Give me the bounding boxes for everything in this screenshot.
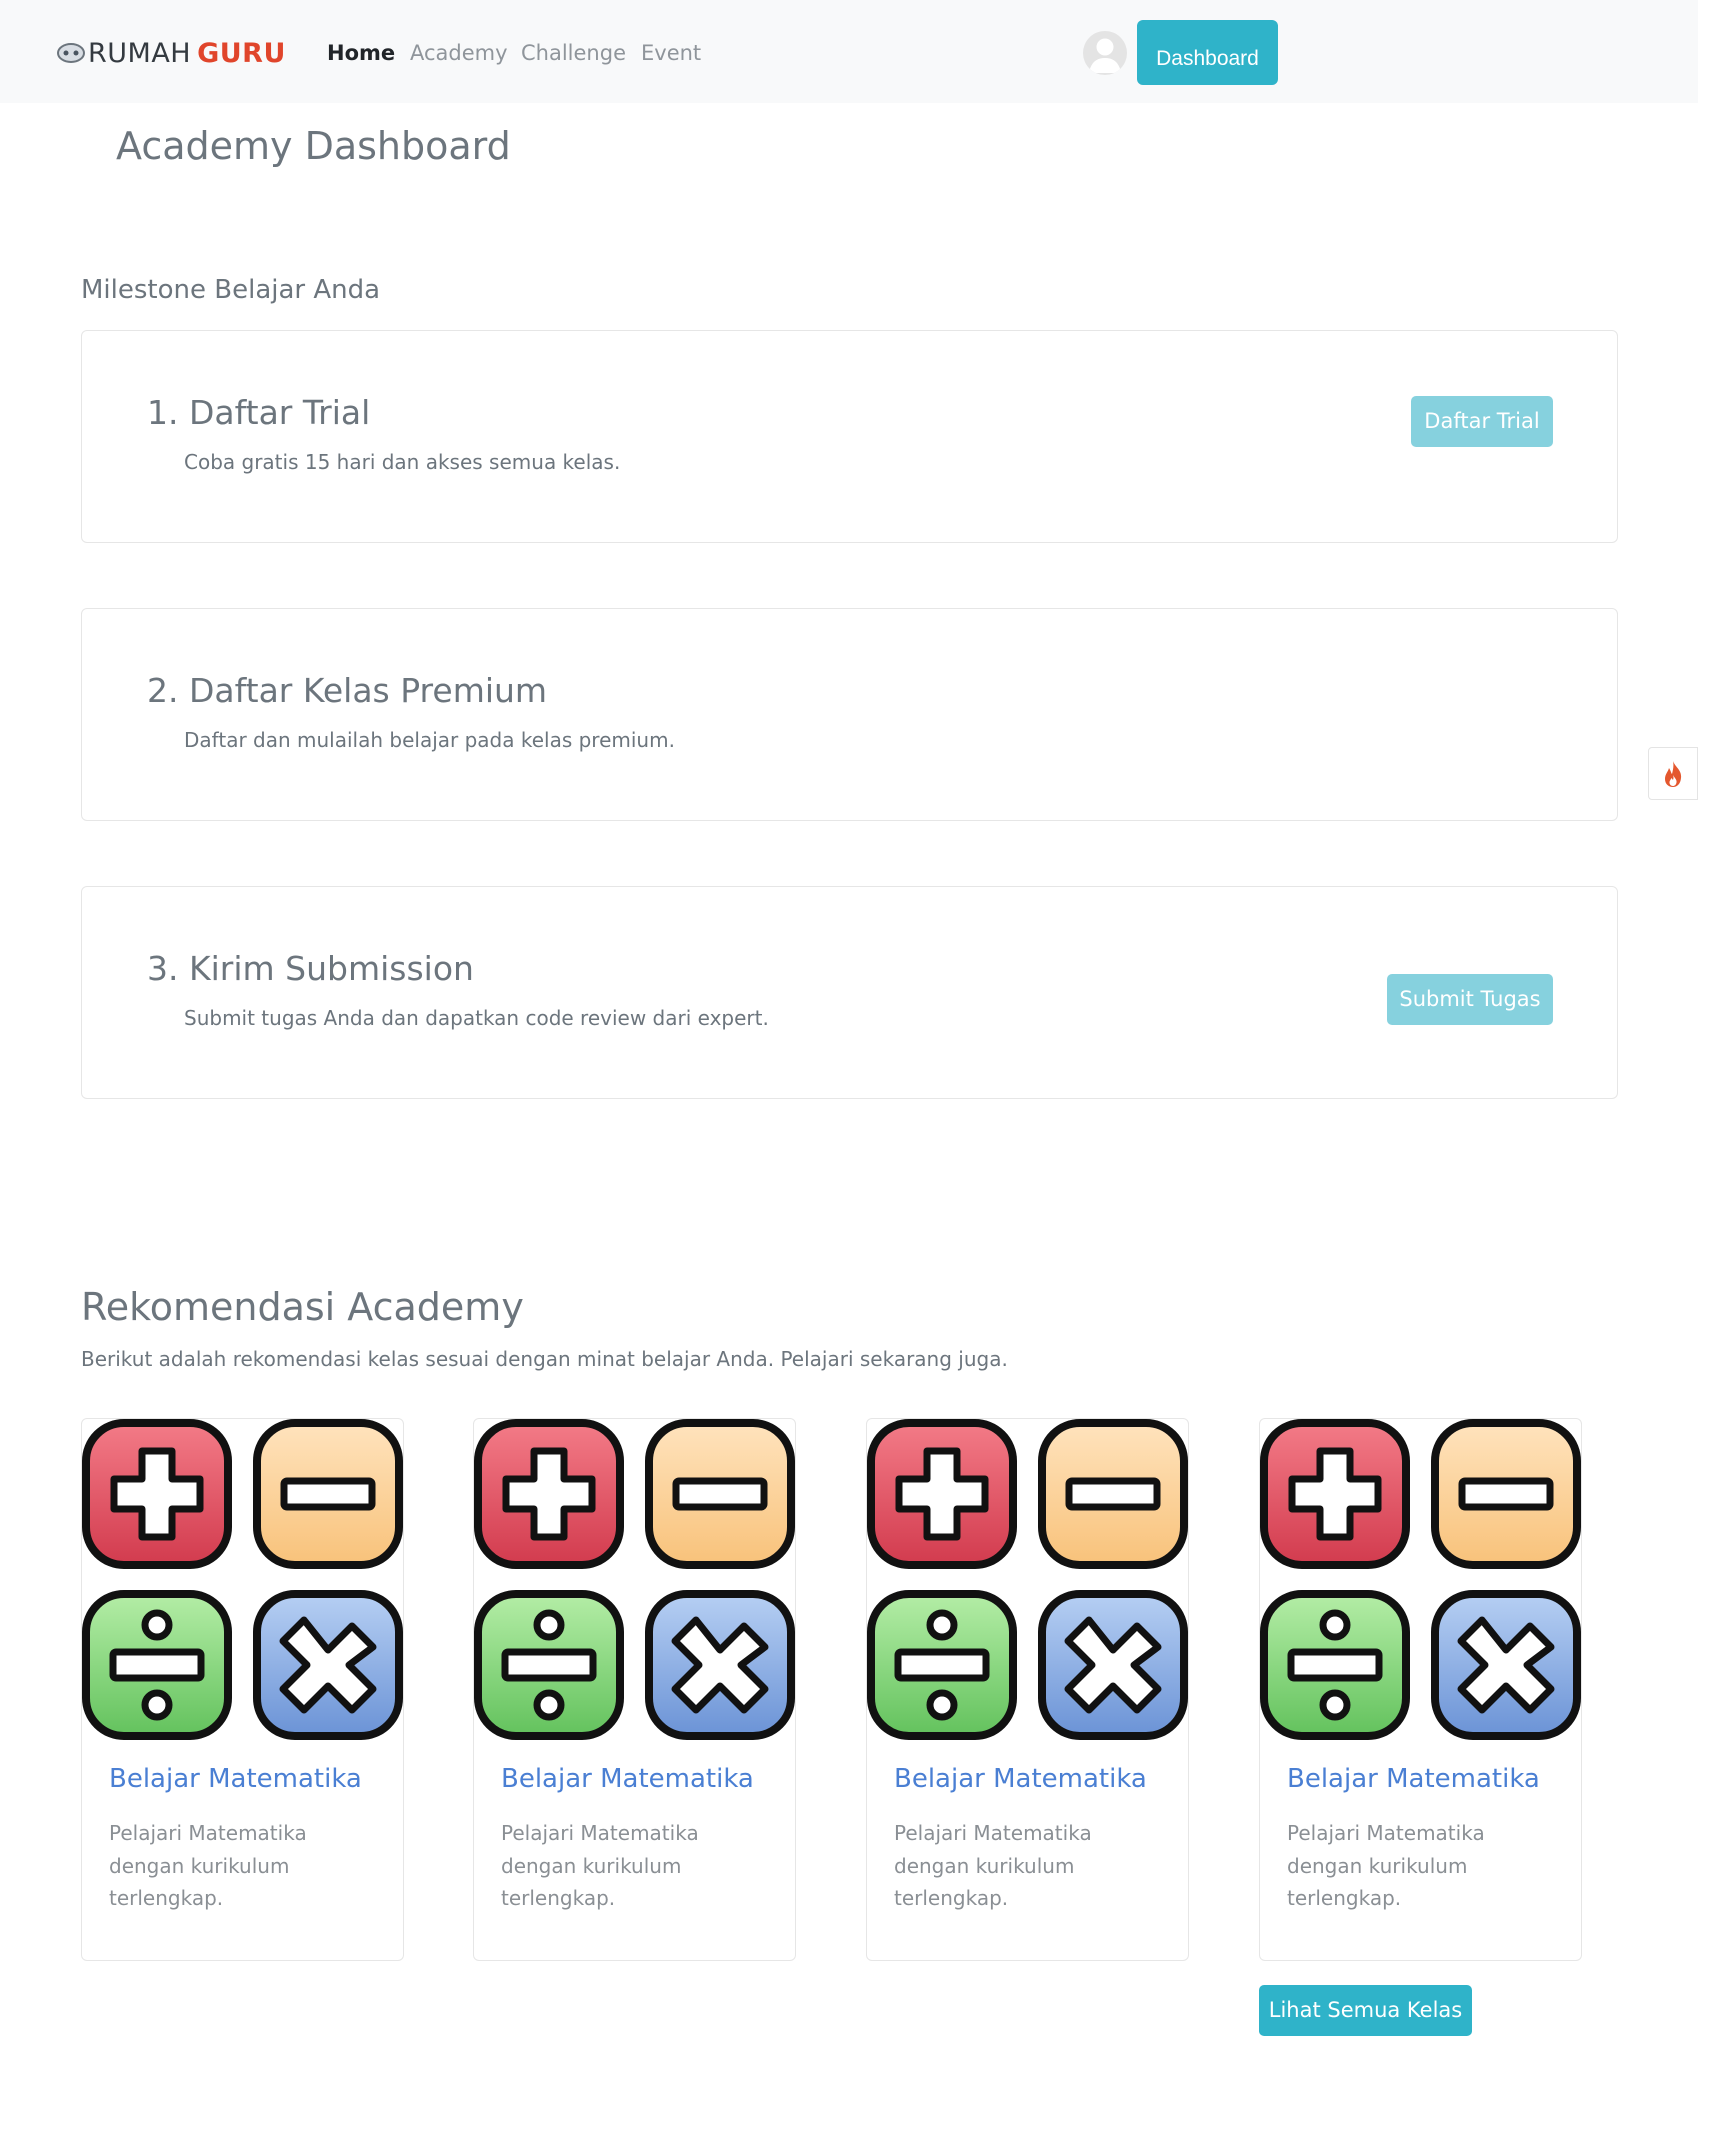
view-all-classes-button[interactable]: Lihat Semua Kelas: [1259, 1985, 1472, 2036]
floating-side-tab[interactable]: [1648, 747, 1698, 800]
fire-icon: [1665, 760, 1682, 787]
page-title: Academy Dashboard: [116, 124, 511, 168]
course-description: Pelajari Matematika dengan kurikulum ter…: [109, 1821, 307, 1910]
milestone-description: Coba gratis 15 hari dan akses semua kela…: [184, 450, 621, 474]
brand-name-part1: RUMAH: [88, 37, 192, 69]
user-avatar-icon[interactable]: [1083, 31, 1127, 75]
milestone-card-trial: 1. Daftar Trial Coba gratis 15 hari dan …: [81, 330, 1618, 543]
milestone-description: Submit tugas Anda dan dapatkan code revi…: [184, 1006, 769, 1030]
course-card[interactable]: Belajar Matematika Pelajari Matematika d…: [81, 1418, 404, 1961]
nav-challenge-link[interactable]: Challenge: [521, 41, 626, 65]
recommendation-title: Rekomendasi Academy: [81, 1285, 524, 1329]
brand-logo[interactable]: RUMAH GURU: [56, 36, 286, 70]
navbar: RUMAH GURU Home Academy Challenge Event …: [0, 0, 1698, 103]
submit-tugas-button[interactable]: Submit Tugas: [1387, 974, 1553, 1025]
recommendation-description: Berikut adalah rekomendasi kelas sesuai …: [81, 1347, 1008, 1371]
math-operators-icon: [474, 1419, 795, 1740]
math-operators-icon: [1260, 1419, 1581, 1740]
nav-academy-link[interactable]: Academy: [410, 41, 508, 65]
milestone-section-label: Milestone Belajar Anda: [81, 275, 381, 305]
milestone-card-premium: 2. Daftar Kelas Premium Daftar dan mulai…: [81, 608, 1618, 821]
course-title[interactable]: Belajar Matematika: [501, 1764, 754, 1794]
milestone-title: 1. Daftar Trial: [147, 393, 371, 432]
dashboard-button[interactable]: Dashboard: [1137, 20, 1278, 85]
course-description: Pelajari Matematika dengan kurikulum ter…: [1287, 1821, 1485, 1910]
course-title[interactable]: Belajar Matematika: [894, 1764, 1147, 1794]
course-card[interactable]: Belajar Matematika Pelajari Matematika d…: [866, 1418, 1189, 1961]
course-title[interactable]: Belajar Matematika: [109, 1764, 362, 1794]
course-description: Pelajari Matematika dengan kurikulum ter…: [894, 1821, 1092, 1910]
nav-home-link[interactable]: Home: [327, 41, 395, 65]
shield-logo-icon: [57, 43, 85, 63]
daftar-trial-button[interactable]: Daftar Trial: [1411, 396, 1553, 447]
milestone-title: 2. Daftar Kelas Premium: [147, 671, 548, 710]
nav-event-link[interactable]: Event: [641, 41, 701, 65]
milestone-description: Daftar dan mulailah belajar pada kelas p…: [184, 728, 675, 752]
course-title[interactable]: Belajar Matematika: [1287, 1764, 1540, 1794]
milestone-card-submission: 3. Kirim Submission Submit tugas Anda da…: [81, 886, 1618, 1099]
course-card[interactable]: Belajar Matematika Pelajari Matematika d…: [1259, 1418, 1582, 1961]
math-operators-icon: [82, 1419, 403, 1740]
math-operators-icon: [867, 1419, 1188, 1740]
brand-name-part2: GURU: [197, 37, 286, 69]
milestone-title: 3. Kirim Submission: [147, 949, 474, 988]
course-card[interactable]: Belajar Matematika Pelajari Matematika d…: [473, 1418, 796, 1961]
course-description: Pelajari Matematika dengan kurikulum ter…: [501, 1821, 699, 1910]
